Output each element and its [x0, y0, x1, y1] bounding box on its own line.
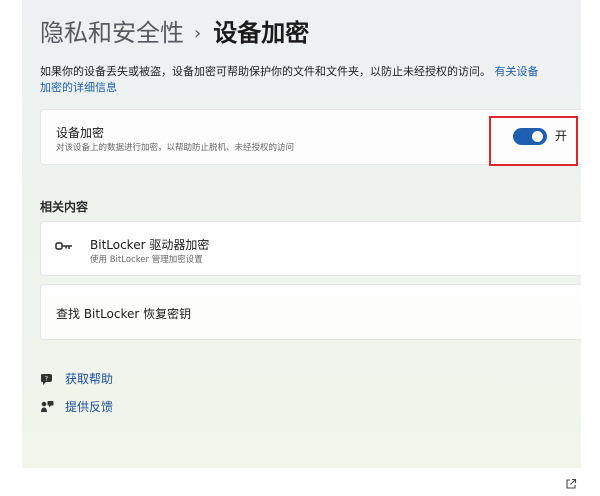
device-encryption-subtitle: 对该设备上的数据进行加密，以帮助防止脱机、未经授权的访问: [56, 143, 295, 153]
recovery-key-title: 查找 BitLocker 恢复密钥: [56, 307, 192, 321]
page-description: 如果你的设备丢失或被盗，设备加密可帮助保护你的文件和文件夹，以防止未经授权的访问…: [40, 64, 581, 96]
description-text: 如果你的设备丢失或被盗，设备加密可帮助保护你的文件和文件夹，以防止未经授权的访问…: [40, 65, 491, 78]
chevron-right-icon: ›: [194, 23, 202, 44]
key-icon: [55, 242, 72, 250]
breadcrumb-parent[interactable]: 隐私和安全性: [40, 19, 184, 47]
get-help-label: 获取帮助: [65, 372, 114, 386]
bitlocker-card[interactable]: BitLocker 驱动器加密 使用 BitLocker 管理加密设置: [40, 221, 581, 276]
toggle-state-label: 开: [555, 129, 568, 143]
get-help-link[interactable]: ? 获取帮助: [40, 370, 113, 387]
device-encryption-title: 设备加密: [56, 126, 105, 140]
svg-text:?: ?: [45, 375, 48, 382]
external-link-icon[interactable]: [580, 243, 581, 255]
bitlocker-subtitle: 使用 BitLocker 管理加密设置: [90, 255, 203, 265]
external-link-icon[interactable]: [580, 307, 581, 319]
breadcrumb: 隐私和安全性 › 设备加密: [40, 16, 309, 53]
recovery-key-card[interactable]: 查找 BitLocker 恢复密钥: [40, 284, 581, 340]
bitlocker-title: BitLocker 驱动器加密: [90, 238, 210, 252]
related-heading: 相关内容: [40, 200, 89, 214]
help-icon: ?: [41, 373, 52, 385]
feedback-label: 提供反馈: [65, 400, 114, 414]
feedback-link[interactable]: 提供反馈: [40, 398, 113, 415]
settings-page: 隐私和安全性 › 设备加密 如果你的设备丢失或被盗，设备加密可帮助保护你的文件和文件…: [22, 0, 581, 468]
toggle-knob: [532, 131, 543, 142]
feedback-icon: [41, 400, 54, 412]
external-link-icon[interactable]: [565, 478, 577, 490]
page-title: 设备加密: [213, 19, 310, 47]
device-encryption-toggle[interactable]: [513, 128, 547, 145]
